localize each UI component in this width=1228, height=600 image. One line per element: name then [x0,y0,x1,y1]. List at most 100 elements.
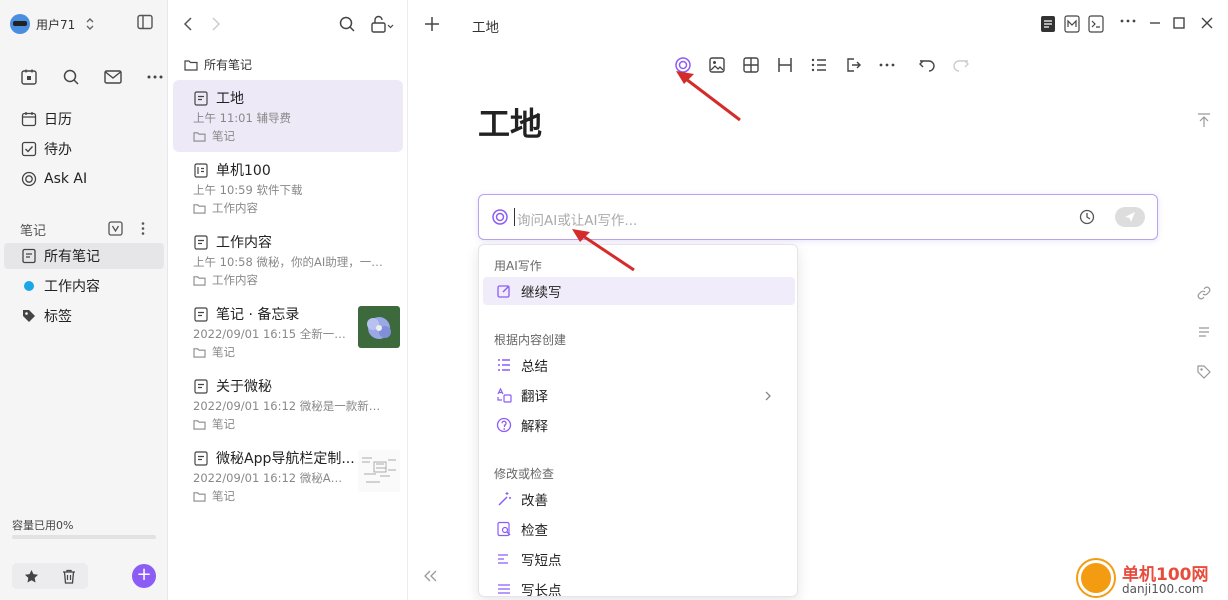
notes-section-header: 笔记 [20,220,156,239]
note-icon [193,378,209,394]
menu-item-check[interactable]: 检查 [483,515,795,543]
sidebar-item-tags[interactable]: 标签 [4,303,164,329]
mail-icon[interactable] [102,66,124,88]
forward-icon[interactable] [210,16,222,32]
more-icon[interactable] [1120,18,1136,24]
folder-icon [193,419,206,430]
storage-bar [12,535,156,539]
note-meta: 上午 10:58 微秘，你的AI助理，一站... [193,255,383,269]
export-icon[interactable] [836,54,870,76]
lock-icon[interactable] [370,15,396,33]
menu-item-label: 继续写 [521,285,562,301]
sidebar-item-label: 工作内容 [44,279,100,295]
sidebar: 用户71 日历 待办 Ask AI 笔记 所有笔记 工作内容 标签 容量已用0%… [0,0,168,600]
chevron-updown-icon[interactable] [85,17,95,31]
menu-item-label: 总结 [521,359,548,375]
back-icon[interactable] [182,16,194,32]
note-item[interactable]: 微秘App导航栏定制... 2022/09/01 16:12 微秘App... … [173,440,403,512]
app-window: 用户71 日历 待办 Ask AI 笔记 所有笔记 工作内容 标签 容量已用0%… [0,0,1228,600]
document-title[interactable]: 工地 [478,99,542,145]
undo-icon[interactable] [910,54,944,76]
menu-item-continue[interactable]: 继续写 [483,277,795,305]
terminal-icon[interactable] [1088,15,1104,33]
note-title: 关于微秘 [216,379,272,395]
note-icon [193,90,209,106]
add-button[interactable]: + [132,564,156,588]
note-item[interactable]: 工作内容 上午 10:58 微秘，你的AI助理，一站... 工作内容 [173,224,403,296]
menu-item-summary[interactable]: 总结 [483,351,795,379]
watermark-url: danji100.com [1122,582,1204,596]
note-folder: 工作内容 [212,201,258,215]
note-item[interactable]: 工地 上午 11:01 辅导费 笔记 [173,80,403,152]
note-folder: 笔记 [212,345,235,359]
close-icon[interactable] [1200,16,1214,30]
note-meta: 2022/09/01 16:12 微秘是一款新型... [193,399,383,413]
quick-actions [18,66,166,88]
sidebar-item-ask-ai[interactable]: Ask AI [4,166,164,192]
folder-icon [184,59,198,71]
bullet-list-icon[interactable] [802,54,836,76]
search-icon[interactable] [60,66,82,88]
list-toolbar [182,14,402,36]
collapse-left-icon[interactable] [422,569,438,583]
minimize-icon[interactable] [1148,16,1162,30]
menu-item-explain[interactable]: 解释 [483,411,795,439]
menu-item-shorter[interactable]: 写短点 [483,545,795,573]
menu-item-label: 写长点 [521,583,562,599]
folder-icon [193,491,206,502]
section-more-icon[interactable] [140,221,146,236]
sidebar-item-calendar[interactable]: 日历 [4,106,164,132]
long-lines-icon [495,580,513,598]
link-icon[interactable] [1194,283,1214,303]
sidebar-item-all-notes[interactable]: 所有笔记 [4,243,164,269]
history-icon[interactable] [1079,209,1095,225]
more-icon[interactable] [144,66,166,88]
translate-icon [495,386,513,404]
scroll-top-icon[interactable] [1194,110,1214,130]
format-toolbar [666,54,978,76]
redo-icon[interactable] [944,54,978,76]
heading-icon[interactable] [768,54,802,76]
more-icon[interactable] [870,54,904,76]
calendar-day-icon[interactable] [18,66,40,88]
sidebar-item-todo[interactable]: 待办 [4,136,164,162]
chevron-right-icon [759,387,777,405]
sidebar-item-work[interactable]: 工作内容 [4,273,164,299]
menu-item-label: 改善 [521,493,548,509]
menu-item-translate[interactable]: 翻译 [483,381,795,409]
note-item[interactable]: 笔记 · 备忘录 2022/09/01 16:15 全新一代... 笔记 [173,296,403,368]
ai-prompt-input[interactable]: 询问AI或让AI写作... [517,209,637,229]
menu-item-longer[interactable]: 写长点 [483,575,795,600]
folder-icon [193,131,206,142]
tab-title[interactable]: 工地 [472,16,499,36]
sidebar-item-label: 日历 [44,112,72,128]
star-icon[interactable] [24,569,39,584]
new-tab-icon[interactable] [424,16,440,32]
avatar[interactable] [10,14,30,34]
ai-assistant-icon[interactable] [666,54,700,76]
menu-section-title: 用AI写作 [494,259,542,273]
menu-item-improve[interactable]: 改善 [483,485,795,513]
new-notebook-icon[interactable] [108,221,123,236]
ai-prompt-box[interactable]: 询问AI或让AI写作... [478,194,1158,240]
trash-icon[interactable] [62,569,76,584]
menu-item-label: 翻译 [521,389,548,405]
note-icon [193,234,209,250]
table-icon[interactable] [734,54,768,76]
maximize-icon[interactable] [1172,16,1186,30]
sidebar-toggle-icon[interactable] [137,14,153,30]
send-button[interactable] [1115,207,1145,227]
note-mode-icon[interactable] [1040,15,1056,33]
search-icon[interactable] [338,15,356,33]
image-icon[interactable] [700,54,734,76]
tag-icon[interactable] [1194,362,1214,382]
note-item[interactable]: 关于微秘 2022/09/01 16:12 微秘是一款新型... 笔记 [173,368,403,440]
markdown-icon[interactable] [1064,15,1080,33]
note-thumbnail [358,450,400,492]
note-item[interactable]: 单机100 上午 10:59 软件下载 工作内容 [173,152,403,224]
outline-icon[interactable] [1194,322,1214,342]
user-switcher[interactable]: 用户71 [10,12,160,36]
menu-section-title: 修改或检查 [494,467,555,481]
note-title: 笔记 · 备忘录 [216,307,300,323]
sidebar-item-label: 待办 [44,142,72,158]
